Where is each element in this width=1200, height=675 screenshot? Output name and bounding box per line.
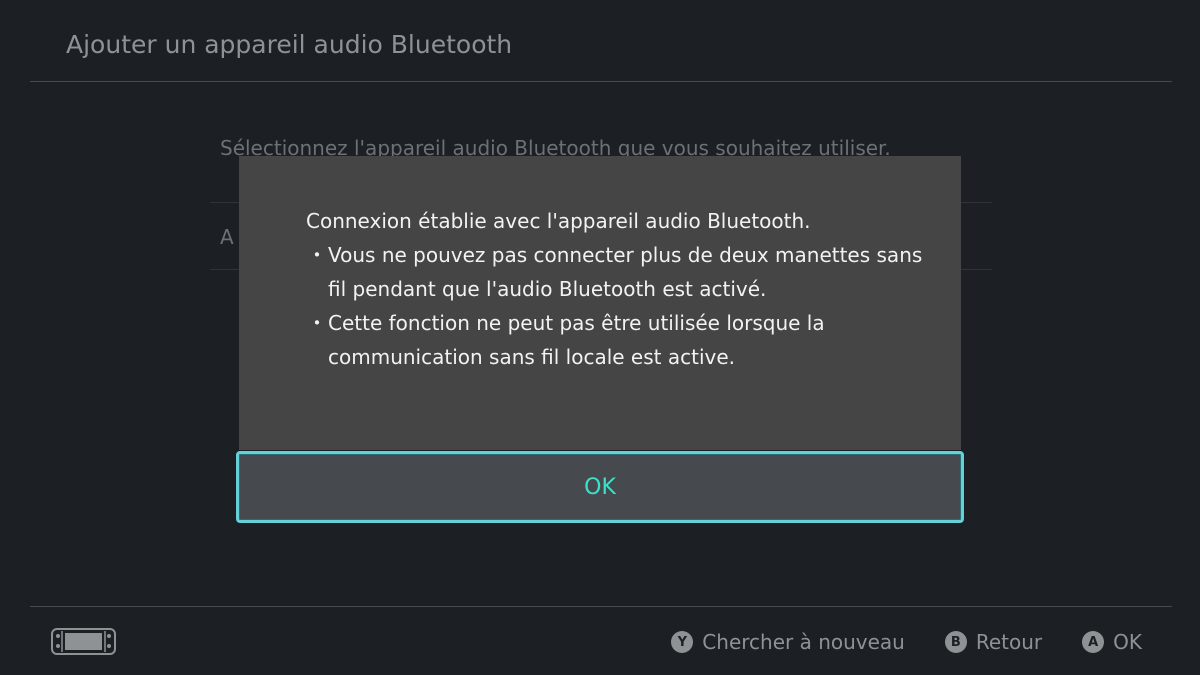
dialog-bullet: ・ Cette fonction ne peut pas être utilis… (306, 306, 936, 374)
dialog-message-headline: Connexion établie avec l'appareil audio … (306, 209, 811, 233)
footer-actions: Y Chercher à nouveau B Retour A OK (671, 624, 1142, 660)
header-divider (30, 81, 1172, 82)
ok-button-label: OK (584, 474, 616, 500)
device-list-item[interactable]: A (220, 225, 234, 249)
dialog-bullet: ・ Vous ne pouvez pas connecter plus de d… (306, 238, 936, 306)
console-handheld-icon (51, 628, 116, 655)
ok-button[interactable]: OK (236, 451, 964, 523)
bullet-dot-icon: ・ (307, 243, 327, 267)
ok-action[interactable]: A OK (1082, 630, 1142, 654)
dialog-message: Connexion établie avec l'appareil audio … (306, 204, 936, 374)
footer-divider (30, 606, 1172, 607)
y-button-icon: Y (671, 631, 694, 653)
b-button-icon: B (944, 631, 967, 653)
bullet-dot-icon: ・ (307, 311, 327, 335)
ok-action-label: OK (1113, 630, 1142, 654)
dialog-bullet-text: Vous ne pouvez pas connecter plus de deu… (328, 243, 923, 301)
confirmation-dialog: Connexion établie avec l'appareil audio … (239, 156, 961, 450)
back-label: Retour (975, 630, 1043, 654)
back-action[interactable]: B Retour (944, 630, 1043, 654)
search-again-label: Chercher à nouveau (702, 630, 905, 654)
a-button-icon: A (1082, 631, 1105, 653)
dialog-bullet-text: Cette fonction ne peut pas être utilisée… (328, 311, 825, 369)
page-title: Ajouter un appareil audio Bluetooth (66, 30, 513, 59)
search-again-action[interactable]: Y Chercher à nouveau (671, 630, 905, 654)
